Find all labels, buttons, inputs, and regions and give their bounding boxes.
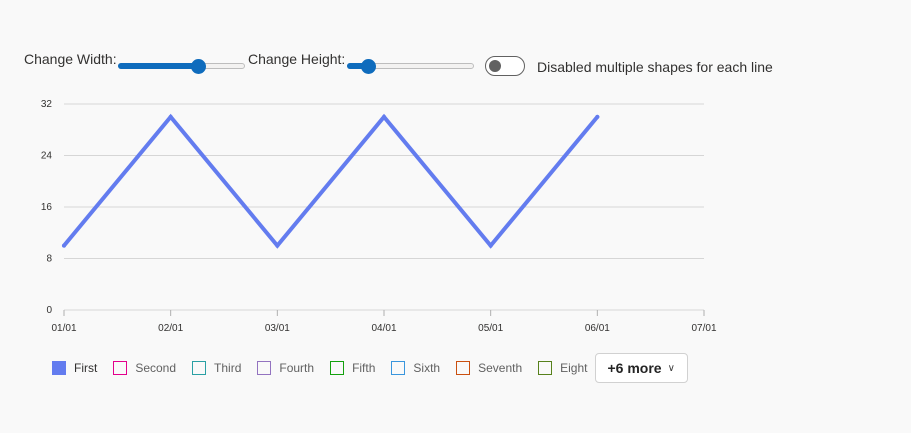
legend-item-third[interactable]: Third [192,361,241,375]
legend-swatch [113,361,128,375]
data-point [275,243,280,248]
data-point [488,243,493,248]
legend-more-button[interactable]: +6 more ∨ [594,353,688,383]
legend-label: First [74,361,98,375]
legend-label: Second [135,361,177,375]
legend-item-eight[interactable]: Eight [538,361,588,375]
x-tick-label: 07/01 [691,323,716,334]
legend-label: Fifth [352,361,376,375]
legend-swatch [192,361,207,375]
legend-swatch [538,361,553,375]
chart-legend: First Second Third Fourth Fifth Sixth Seventh E… [52,352,688,384]
legend-swatch [330,361,345,375]
legend-swatch [52,361,66,375]
x-tick-label: 04/01 [371,323,396,334]
legend-swatch [456,361,471,375]
y-tick-label: 16 [41,202,53,213]
chevron-down-icon: ∨ [667,362,675,374]
legend-swatch [391,361,406,375]
data-point [382,114,386,119]
legend-label: Sixth [413,361,441,375]
x-tick-label: 06/01 [585,323,610,334]
legend-more-label: +6 more [607,360,662,376]
data-point [168,114,173,119]
legend-swatch [257,361,272,375]
legend-item-seventh[interactable]: Seventh [456,361,522,375]
legend-item-fifth[interactable]: Fifth [330,361,375,375]
legend-label: Fourth [279,361,315,375]
legend-item-sixth[interactable]: Sixth [391,361,440,375]
line-chart: 0 8 16 24 32 01/01 02/01 03/01 04/01 05/01 06/01 07… [41,99,717,334]
legend-item-first[interactable]: First [52,361,97,375]
x-tick-label: 05/01 [478,323,503,334]
y-tick-label: 24 [41,151,53,162]
legend-label: Seventh [478,361,523,375]
legend-label: Eight [560,361,588,375]
series-line-first [62,113,600,249]
y-tick-label: 32 [41,99,53,110]
x-tick-label: 01/01 [51,323,76,334]
data-point [62,243,66,248]
y-tick-label: 0 [46,305,52,316]
legend-item-fourth[interactable]: Fourth [257,361,314,375]
x-tick-label: 02/01 [158,323,183,334]
legend-label: Third [214,361,242,375]
data-point [595,114,600,119]
x-tick-label: 03/01 [265,323,290,334]
y-tick-label: 8 [46,254,52,265]
legend-item-second[interactable]: Second [113,361,176,375]
